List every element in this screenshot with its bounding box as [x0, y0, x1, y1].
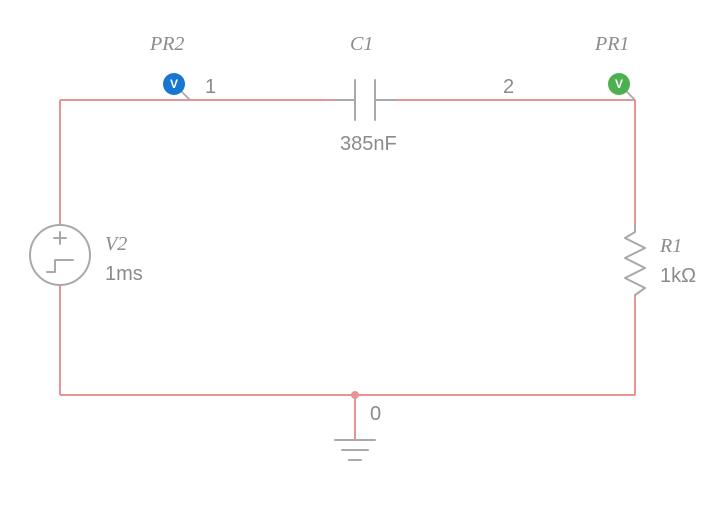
cap-ref: C1 [350, 33, 373, 55]
component-capacitor[interactable] [335, 80, 395, 120]
component-resistor[interactable] [625, 225, 645, 295]
voltage-probe-icon: V [170, 77, 178, 91]
res-ref: R1 [659, 235, 682, 257]
source-value: 1ms [105, 263, 143, 285]
probe-pr2[interactable]: V [163, 73, 190, 100]
voltage-probe-icon: V [615, 77, 623, 91]
probe-pr1-ref: PR1 [594, 33, 629, 55]
source-ref: V2 [105, 233, 127, 255]
ground-symbol [335, 440, 375, 460]
res-value: 1kΩ [660, 265, 696, 287]
cap-value: 385nF [340, 133, 397, 155]
schematic-canvas: 0 V2 1ms C1 385nF R1 1kΩ 1 2 V PR2 V [0, 0, 715, 510]
node-label-2: 2 [503, 76, 514, 98]
probe-pr2-ref: PR2 [149, 33, 184, 55]
component-voltage-source[interactable] [30, 225, 90, 285]
node-label-1: 1 [205, 76, 216, 98]
node-label-0: 0 [370, 403, 381, 425]
probe-pr1[interactable]: V [608, 73, 635, 100]
